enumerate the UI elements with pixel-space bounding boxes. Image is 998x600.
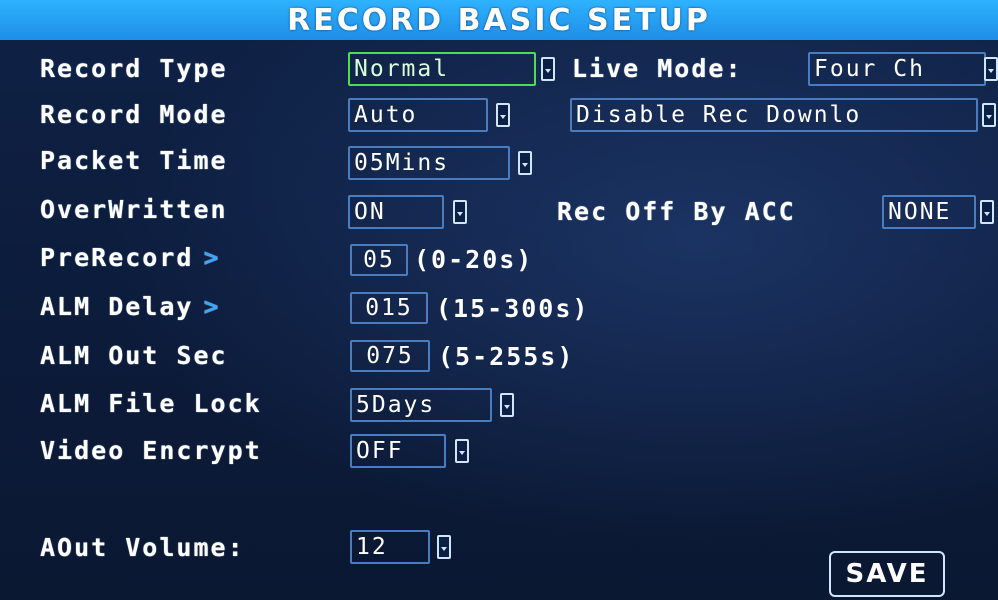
video-encrypt-label: Video Encrypt (40, 436, 262, 465)
record-basic-setup-screen: RECORD BASIC SETUP Record Type Normal Li… (0, 0, 998, 600)
overwritten-select[interactable]: ON (348, 195, 444, 229)
aout-volume-select[interactable]: 12 (350, 530, 430, 564)
live-mode-label: Live Mode: (572, 54, 743, 83)
video-encrypt-dropdown-icon[interactable] (455, 439, 469, 463)
rec-off-by-acc-dropdown-icon[interactable] (980, 200, 994, 224)
record-type-select[interactable]: Normal (348, 52, 536, 86)
save-button[interactable]: SAVE (829, 551, 945, 597)
rec-download-dropdown-icon[interactable] (982, 103, 996, 127)
alm-delay-chevron-icon[interactable]: > (203, 292, 220, 321)
prerecord-label-text: PreRecord (40, 243, 194, 272)
prerecord-chevron-icon[interactable]: > (203, 243, 220, 272)
alm-delay-label-text: ALM Delay (40, 292, 194, 321)
record-mode-select[interactable]: Auto (348, 98, 488, 132)
record-mode-dropdown-icon[interactable] (496, 103, 510, 127)
live-mode-dropdown-icon[interactable] (984, 57, 998, 81)
live-mode-select[interactable]: Four Ch (808, 52, 986, 86)
rec-download-select[interactable]: Disable Rec Downlo (570, 98, 978, 132)
page-title: RECORD BASIC SETUP (287, 2, 711, 38)
aout-volume-dropdown-icon[interactable] (437, 535, 451, 559)
alm-file-lock-dropdown-icon[interactable] (500, 393, 514, 417)
alm-out-sec-input[interactable]: 075 (350, 340, 430, 372)
record-mode-label: Record Mode (40, 100, 228, 129)
alm-file-lock-label: ALM File Lock (40, 389, 262, 418)
alm-delay-input[interactable]: 015 (350, 292, 428, 324)
prerecord-label[interactable]: PreRecord > (40, 243, 221, 272)
alm-delay-range: (15-300s) (436, 294, 590, 323)
rec-off-by-acc-label: Rec Off By ACC (557, 197, 796, 226)
prerecord-range: (0-20s) (414, 245, 534, 274)
alm-out-sec-range: (5-255s) (438, 342, 575, 371)
overwritten-dropdown-icon[interactable] (453, 200, 467, 224)
alm-file-lock-select[interactable]: 5Days (350, 388, 492, 422)
overwritten-label: OverWritten (40, 195, 228, 224)
aout-volume-label: AOut Volume: (40, 533, 245, 562)
packet-time-label: Packet Time (40, 146, 228, 175)
packet-time-dropdown-icon[interactable] (518, 151, 532, 175)
video-encrypt-select[interactable]: OFF (350, 434, 446, 468)
prerecord-input[interactable]: 05 (350, 244, 408, 276)
alm-delay-label[interactable]: ALM Delay > (40, 292, 221, 321)
alm-out-sec-label: ALM Out Sec (40, 341, 228, 370)
record-type-dropdown-icon[interactable] (541, 57, 555, 81)
title-bar: RECORD BASIC SETUP (0, 0, 998, 40)
record-type-label: Record Type (40, 54, 228, 83)
rec-off-by-acc-select[interactable]: NONE (882, 195, 976, 229)
packet-time-select[interactable]: 05Mins (348, 146, 510, 180)
